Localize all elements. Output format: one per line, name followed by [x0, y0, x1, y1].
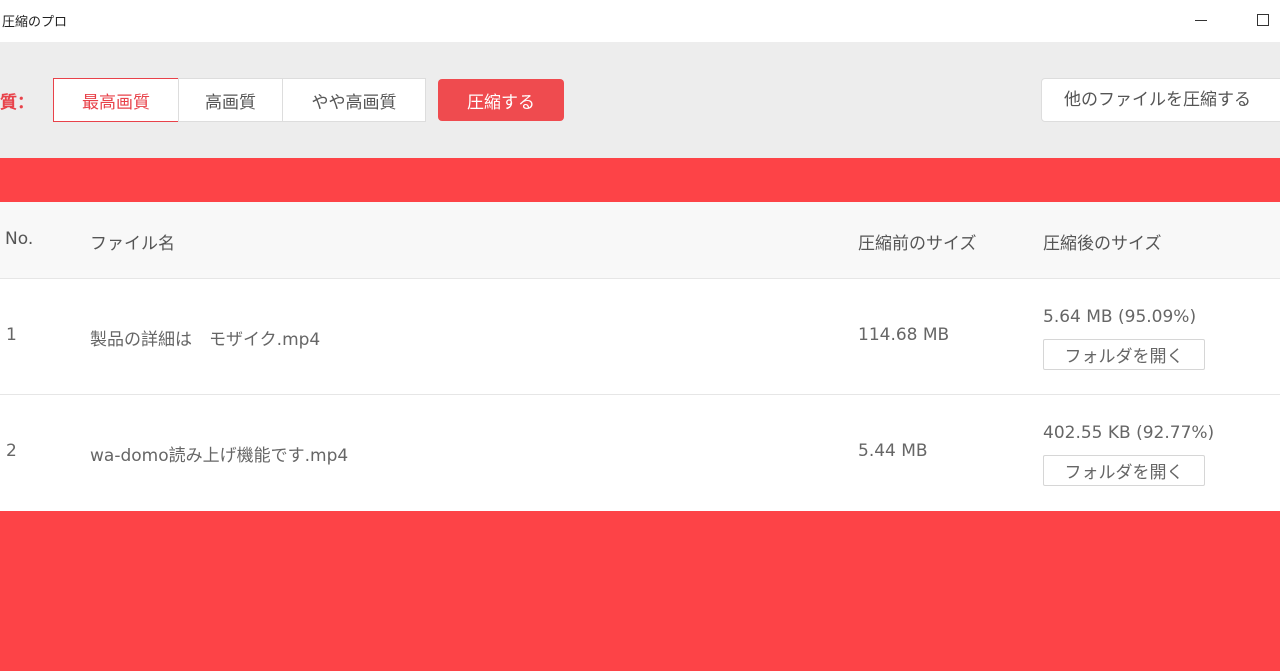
column-header-file-name: ファイル名: [90, 234, 175, 254]
quality-option-best[interactable]: 最高画質: [53, 78, 179, 122]
size-before: 5.44 MB: [858, 441, 928, 461]
minimize-button[interactable]: [1187, 6, 1217, 34]
toolbar: 質： 最高画質 高画質 やや高画質 圧縮する 他のファイルを圧縮する: [0, 42, 1280, 158]
row-number: 2: [6, 441, 17, 461]
file-name: wa-domo読み上げ機能です.mp4: [90, 446, 349, 466]
size-after: 5.64 MB (95.09%): [1043, 307, 1197, 327]
maximize-button[interactable]: [1250, 6, 1280, 34]
quality-option-high[interactable]: 高画質: [178, 78, 283, 122]
table-header: No. ファイル名 圧縮前のサイズ 圧縮後のサイズ: [0, 202, 1280, 279]
app-window: 圧縮のプロ 質： 最高画質 高画質 やや高画質 圧縮する 他のファイルを圧縮する…: [0, 0, 1280, 671]
open-folder-button[interactable]: フォルダを開く: [1043, 339, 1205, 370]
minimize-icon: [1195, 20, 1207, 21]
table-row: 2 wa-domo読み上げ機能です.mp4 5.44 MB 402.55 KB …: [0, 395, 1280, 511]
compress-button[interactable]: 圧縮する: [438, 79, 564, 121]
open-folder-button[interactable]: フォルダを開く: [1043, 455, 1205, 486]
quality-label: 質：: [0, 93, 34, 113]
header-band: [0, 158, 1280, 202]
row-number: 1: [6, 325, 17, 345]
quality-option-medium-high[interactable]: やや高画質: [282, 78, 426, 122]
footer-area: [0, 511, 1280, 671]
title-bar: 圧縮のプロ: [0, 0, 1280, 42]
table-row: 1 製品の詳細は モザイク.mp4 114.68 MB 5.64 MB (95.…: [0, 279, 1280, 395]
size-after: 402.55 KB (92.77%): [1043, 423, 1215, 443]
compress-other-files-button[interactable]: 他のファイルを圧縮する: [1041, 78, 1280, 122]
size-before: 114.68 MB: [858, 325, 950, 345]
app-title: 圧縮のプロ: [2, 15, 68, 30]
maximize-icon: [1257, 14, 1269, 26]
column-header-no: No.: [5, 229, 34, 249]
column-header-size-before: 圧縮前のサイズ: [858, 234, 977, 254]
file-name: 製品の詳細は モザイク.mp4: [90, 330, 321, 350]
column-header-size-after: 圧縮後のサイズ: [1043, 234, 1162, 254]
